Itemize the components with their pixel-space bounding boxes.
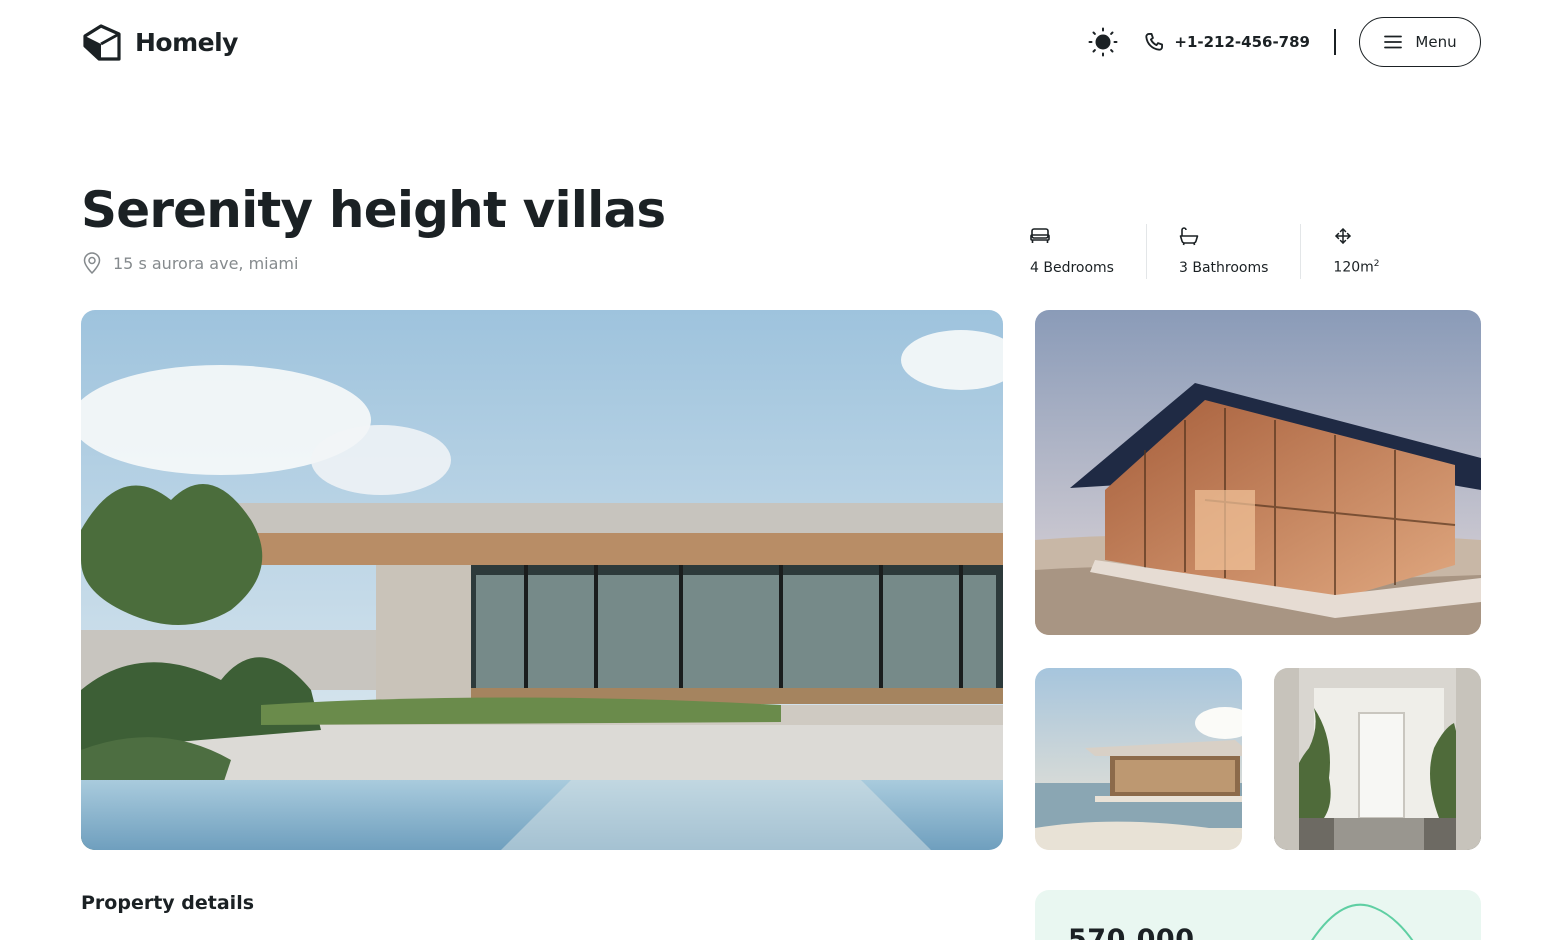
price-trend-curve	[1311, 903, 1414, 940]
stat-area: 120m2	[1333, 224, 1380, 279]
header-actions: +1-212-456-789 Menu	[1087, 17, 1481, 67]
gallery-side-image[interactable]	[1035, 310, 1481, 635]
stat-bedrooms-label: 4 Bedrooms	[1030, 260, 1114, 276]
menu-button[interactable]: Menu	[1359, 17, 1481, 67]
house-logo-icon	[83, 24, 121, 61]
property-details-heading: Property details	[81, 892, 255, 914]
phone-number: +1-212-456-789	[1174, 33, 1310, 51]
address-text: 15 s aurora ave, miami	[113, 253, 299, 273]
entrance-plants-photo	[1274, 668, 1481, 850]
property-stats: 4 Bedrooms 3 Bathrooms 120m2	[1030, 224, 1380, 279]
phone-link[interactable]: +1-212-456-789	[1143, 31, 1310, 53]
site-header: Homely +1-212-456-789 Menu	[81, 17, 1481, 67]
stat-area-value: 120m	[1333, 260, 1374, 276]
menu-label: Menu	[1415, 33, 1457, 51]
bathtub-icon	[1179, 227, 1199, 246]
property-address: 15 s aurora ave, miami	[81, 251, 298, 275]
property-title: Serenity height villas	[81, 181, 666, 239]
theme-toggle-button[interactable]	[1087, 26, 1119, 58]
stat-bathrooms-label: 3 Bathrooms	[1178, 260, 1269, 276]
header-divider	[1334, 29, 1336, 55]
hamburger-icon	[1384, 35, 1403, 49]
stat-divider	[1300, 224, 1302, 279]
location-pin-icon	[83, 252, 101, 275]
villa-pool-photo	[81, 310, 1003, 850]
move-arrows-icon	[1335, 228, 1352, 244]
stat-area-unit-sup: 2	[1373, 259, 1380, 270]
gallery-thumb-1[interactable]	[1035, 668, 1242, 850]
brand-name: Homely	[135, 27, 238, 57]
stat-divider	[1145, 224, 1147, 279]
sun-icon	[1088, 27, 1118, 57]
bed-icon	[1030, 228, 1050, 243]
gallery-main-image[interactable]	[81, 310, 1003, 850]
gallery-thumb-2[interactable]	[1274, 668, 1481, 850]
stat-area-label: 120m2	[1333, 259, 1379, 279]
brand-logo[interactable]: Homely	[81, 22, 238, 62]
stat-bedrooms: 4 Bedrooms	[1030, 224, 1114, 279]
phone-icon	[1145, 33, 1164, 51]
beach-house-photo	[1035, 668, 1242, 850]
stat-bathrooms: 3 Bathrooms	[1179, 224, 1268, 279]
glass-house-desert-photo	[1035, 310, 1481, 635]
price-card: 570,000	[1035, 890, 1481, 940]
price-value: 570,000	[1068, 924, 1195, 940]
